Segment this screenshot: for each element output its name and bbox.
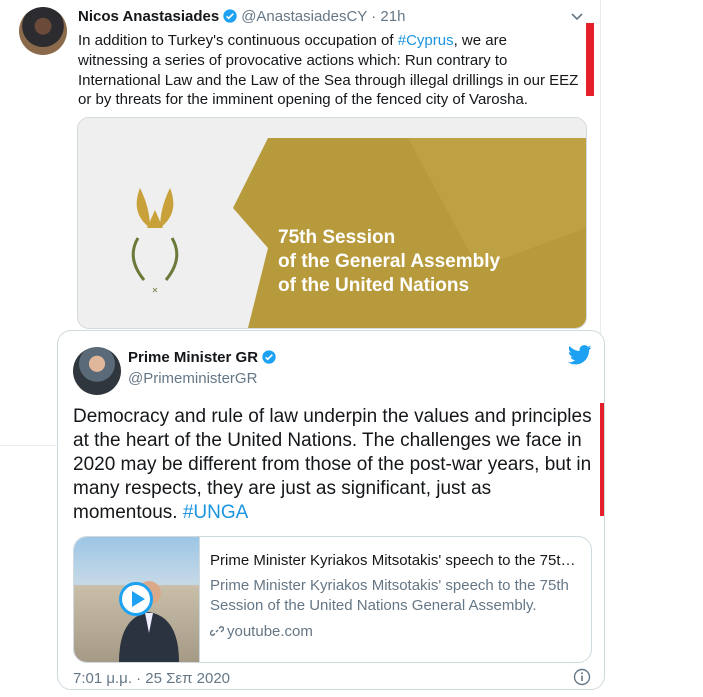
youtube-link-card[interactable]: Prime Minister Kyriakos Mitsotakis' spee… — [73, 536, 592, 663]
author-handle[interactable]: @AnastasiadesCY — [241, 8, 367, 25]
tweet-text: In addition to Turkey's continuous occup… — [78, 31, 580, 110]
card-title-line: of the General Assembly — [278, 251, 501, 272]
avatar[interactable] — [19, 7, 67, 55]
link-icon — [210, 626, 224, 636]
tweet-timestamp[interactable]: 7:01 μ.μ. · 25 Σεπ 2020 — [73, 670, 230, 687]
play-icon[interactable] — [119, 582, 153, 616]
tweet-text-part: In addition to Turkey's continuous occup… — [78, 32, 398, 49]
media-card[interactable]: ✕ 75th Session of the General Assembly o… — [77, 117, 587, 329]
svg-text:✕: ✕ — [152, 286, 159, 295]
card-domain[interactable]: youtube.com — [210, 623, 313, 640]
embedded-tweet-primeminister[interactable]: Prime Minister GR @PrimeministerGR Democ… — [57, 330, 605, 690]
info-icon[interactable] — [573, 668, 591, 686]
tweet-time[interactable]: 21h — [380, 8, 405, 25]
video-thumbnail[interactable] — [74, 537, 200, 662]
author-name[interactable]: Prime Minister GR — [128, 349, 280, 366]
card-description: Prime Minister Kyriakos Mitsotakis' spee… — [210, 577, 569, 614]
highlight-bar — [586, 23, 594, 96]
card-domain-text[interactable]: youtube.com — [227, 623, 313, 640]
verified-icon — [262, 350, 276, 364]
highlight-bar — [600, 403, 604, 516]
card-title-line: 75th Session — [278, 227, 396, 248]
hashtag-link[interactable]: #Cyprus — [398, 32, 454, 49]
avatar[interactable] — [73, 347, 121, 395]
tweet-text: Democracy and rule of law underpin the v… — [73, 405, 599, 525]
tweet-text-part: Democracy and rule of law underpin the v… — [73, 406, 592, 523]
twitter-bird-icon[interactable] — [568, 345, 592, 365]
chevron-down-icon[interactable] — [569, 8, 585, 24]
author-handle[interactable]: @PrimeministerGR — [128, 370, 257, 387]
hashtag-link[interactable]: #UNGA — [183, 502, 248, 523]
separator: · — [371, 8, 377, 25]
tweet-header: Nicos Anastasiades @AnastasiadesCY · 21h — [78, 8, 405, 25]
card-title: 75th Session of the General Assembly of … — [278, 226, 500, 298]
verified-icon — [223, 9, 237, 23]
card-title: Prime Minister Kyriakos Mitsotakis' spee… — [210, 552, 582, 569]
author-name-text[interactable]: Prime Minister GR — [128, 349, 258, 366]
author-name[interactable]: Nicos Anastasiades — [78, 8, 219, 25]
card-title-line: of the United Nations — [278, 275, 470, 296]
